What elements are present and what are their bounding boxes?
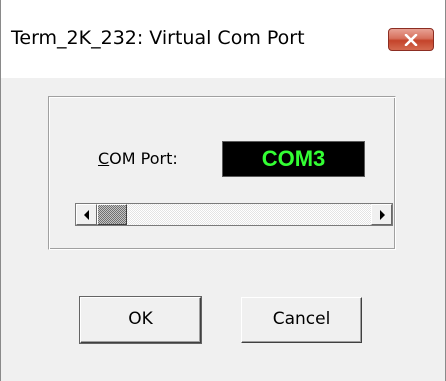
com-port-label-accelerator: C — [98, 149, 110, 168]
com-port-slider[interactable] — [75, 203, 393, 226]
title-bar[interactable]: Term_2K_232: Virtual Com Port — [1, 0, 445, 78]
arrow-right-icon — [380, 210, 385, 220]
dialog-body: COM Port: COM3 OK Cancel — [9, 78, 439, 381]
scroll-left-button[interactable] — [76, 204, 97, 225]
com-port-label: COM Port: — [98, 149, 178, 168]
ok-button[interactable]: OK — [80, 297, 201, 343]
arrow-left-icon — [84, 210, 89, 220]
window-title: Term_2K_232: Virtual Com Port — [11, 27, 305, 49]
slider-thumb[interactable] — [97, 204, 127, 225]
close-button[interactable] — [388, 28, 434, 51]
com-port-label-text: OM Port: — [109, 149, 178, 168]
dialog-window: Term_2K_232: Virtual Com Port COM Port: … — [0, 0, 446, 381]
close-icon — [404, 34, 418, 46]
scroll-right-button[interactable] — [371, 204, 392, 225]
com-port-display: COM3 — [222, 141, 365, 177]
cancel-button[interactable]: Cancel — [241, 297, 362, 343]
